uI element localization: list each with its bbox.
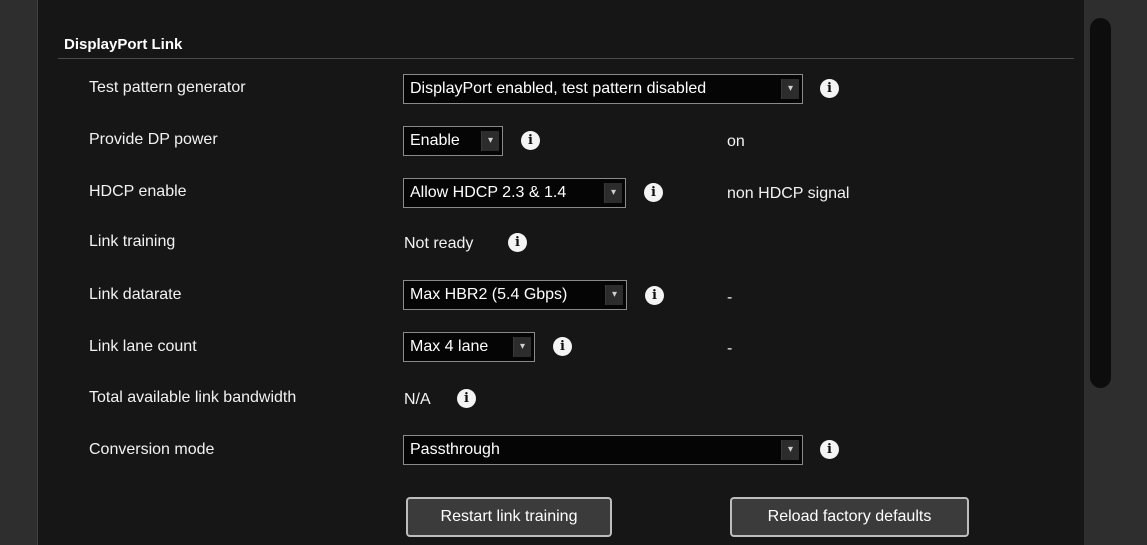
chevron-down-icon: ▾ [781, 79, 799, 99]
link-training-label: Link training [89, 233, 176, 250]
dp-power-select[interactable]: Enable ▾ [403, 126, 503, 156]
hdcp-label: HDCP enable [89, 183, 187, 200]
link-lane-count-value: Max 4 lane [410, 338, 489, 355]
hdcp-status: non HDCP signal [727, 185, 850, 202]
info-icon[interactable]: i [644, 183, 663, 202]
dp-power-status: on [727, 133, 745, 150]
info-icon[interactable]: i [553, 337, 572, 356]
link-datarate-label: Link datarate [89, 286, 182, 303]
info-icon[interactable]: i [820, 79, 839, 98]
test-pattern-label: Test pattern generator [89, 79, 246, 96]
link-training-value: Not ready [404, 235, 474, 252]
test-pattern-value: DisplayPort enabled, test pattern disabl… [410, 80, 707, 97]
info-icon[interactable]: i [521, 131, 540, 150]
info-icon[interactable]: i [645, 286, 664, 305]
hdcp-value: Allow HDCP 2.3 & 1.4 [410, 184, 567, 201]
link-datarate-select[interactable]: Max HBR2 (5.4 Gbps) ▾ [403, 280, 627, 310]
conversion-mode-select[interactable]: Passthrough ▾ [403, 435, 803, 465]
link-lane-count-select[interactable]: Max 4 lane ▾ [403, 332, 535, 362]
link-lane-count-label: Link lane count [89, 338, 197, 355]
chevron-down-icon: ▾ [781, 440, 799, 460]
chevron-down-icon: ▾ [513, 337, 531, 357]
link-lane-count-status: - [727, 340, 733, 357]
scrollbar-thumb[interactable] [1090, 18, 1111, 388]
info-icon[interactable]: i [820, 440, 839, 459]
bandwidth-value: N/A [404, 391, 431, 408]
link-datarate-status: - [727, 289, 733, 306]
test-pattern-select[interactable]: DisplayPort enabled, test pattern disabl… [403, 74, 803, 104]
info-icon[interactable]: i [508, 233, 527, 252]
section-divider [58, 58, 1074, 59]
dp-power-value: Enable [410, 132, 460, 149]
chevron-down-icon: ▾ [604, 183, 622, 203]
section-title: DisplayPort Link [64, 36, 183, 53]
restart-link-training-button[interactable]: Restart link training [406, 497, 612, 537]
info-icon[interactable]: i [457, 389, 476, 408]
conversion-mode-value: Passthrough [410, 441, 500, 458]
app-frame: DisplayPort Link Test pattern generator … [0, 0, 1147, 545]
bandwidth-label: Total available link bandwidth [89, 389, 297, 406]
dp-power-label: Provide DP power [89, 131, 218, 148]
link-datarate-value: Max HBR2 (5.4 Gbps) [410, 286, 568, 303]
chevron-down-icon: ▾ [481, 131, 499, 151]
conversion-mode-label: Conversion mode [89, 441, 215, 458]
reload-factory-defaults-button[interactable]: Reload factory defaults [730, 497, 969, 537]
chevron-down-icon: ▾ [605, 285, 623, 305]
hdcp-select[interactable]: Allow HDCP 2.3 & 1.4 ▾ [403, 178, 626, 208]
